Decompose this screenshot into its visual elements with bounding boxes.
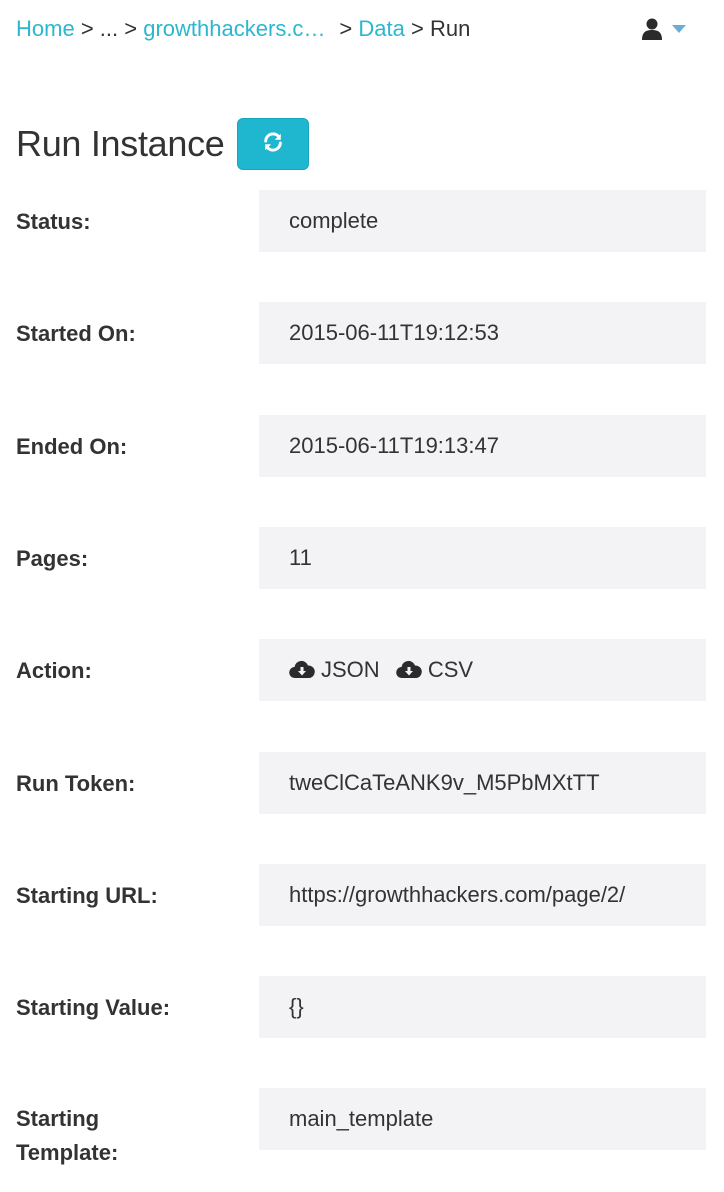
download-json-link[interactable]: JSON xyxy=(289,639,380,701)
refresh-button[interactable] xyxy=(236,118,309,170)
field-value: tweClCaTeANK9v_M5PbMXtTT xyxy=(259,752,706,814)
field-starting-value: Starting Value: {} xyxy=(0,976,724,1038)
breadcrumb-home-link[interactable]: Home xyxy=(16,16,75,41)
field-status: Status: complete xyxy=(0,190,724,252)
field-value: main_template xyxy=(259,1088,706,1150)
field-value: https://growthhackers.com/page/2/ xyxy=(259,864,706,926)
field-run-token: Run Token: tweClCaTeANK9v_M5PbMXtTT xyxy=(0,752,724,814)
breadcrumb-separator: > xyxy=(339,16,353,41)
field-pages: Pages: 11 xyxy=(0,527,724,589)
user-menu-dropdown[interactable] xyxy=(642,18,686,40)
download-json-label: JSON xyxy=(321,657,380,682)
refresh-icon xyxy=(262,131,284,158)
breadcrumb-separator: > xyxy=(80,16,94,41)
breadcrumb-separator: > xyxy=(410,16,424,41)
field-label: Run Token: xyxy=(16,771,136,796)
field-value: JSON CSV xyxy=(259,639,706,701)
field-value: complete xyxy=(259,190,706,252)
page-header: Run Instance xyxy=(16,118,309,170)
field-starting-url: Starting URL: https://growthhackers.com/… xyxy=(0,864,724,926)
field-label: Starting URL: xyxy=(16,883,158,908)
cloud-download-icon xyxy=(396,660,422,680)
page-title: Run Instance xyxy=(16,123,225,164)
breadcrumb-separator: > xyxy=(124,16,138,41)
field-label: Action: xyxy=(16,658,92,683)
caret-down-icon xyxy=(672,25,686,33)
field-label-line1: Starting xyxy=(16,1106,100,1131)
breadcrumb: Home > ... > growthhackers.com > Data > … xyxy=(16,14,470,44)
cloud-download-icon xyxy=(289,660,315,680)
field-value: 2015-06-11T19:12:53 xyxy=(259,302,706,364)
user-icon xyxy=(642,18,662,40)
breadcrumb-project-link[interactable]: growthhackers.com xyxy=(143,14,333,44)
download-csv-link[interactable]: CSV xyxy=(396,639,473,701)
field-label: Starting Value: xyxy=(16,995,171,1020)
field-label: Started On: xyxy=(16,321,136,346)
field-value: 2015-06-11T19:13:47 xyxy=(259,415,706,477)
field-label: Ended On: xyxy=(16,434,128,459)
breadcrumb-data-link[interactable]: Data xyxy=(358,16,404,41)
field-action: Action: JSON CSV xyxy=(0,639,724,701)
field-label: Status: xyxy=(16,209,91,234)
field-starting-template: Starting Template: main_template xyxy=(0,1088,724,1165)
field-label: Starting Template: xyxy=(16,1102,236,1170)
field-label: Pages: xyxy=(16,546,89,571)
download-csv-label: CSV xyxy=(427,657,474,682)
breadcrumb-ellipsis[interactable]: ... xyxy=(100,16,118,41)
breadcrumb-current: Run xyxy=(429,16,471,41)
field-value: {} xyxy=(259,976,706,1038)
field-ended-on: Ended On: 2015-06-11T19:13:47 xyxy=(0,415,724,477)
field-value: 11 xyxy=(259,527,706,589)
field-label-line2: Template: xyxy=(16,1140,119,1165)
field-started-on: Started On: 2015-06-11T19:12:53 xyxy=(0,302,724,364)
